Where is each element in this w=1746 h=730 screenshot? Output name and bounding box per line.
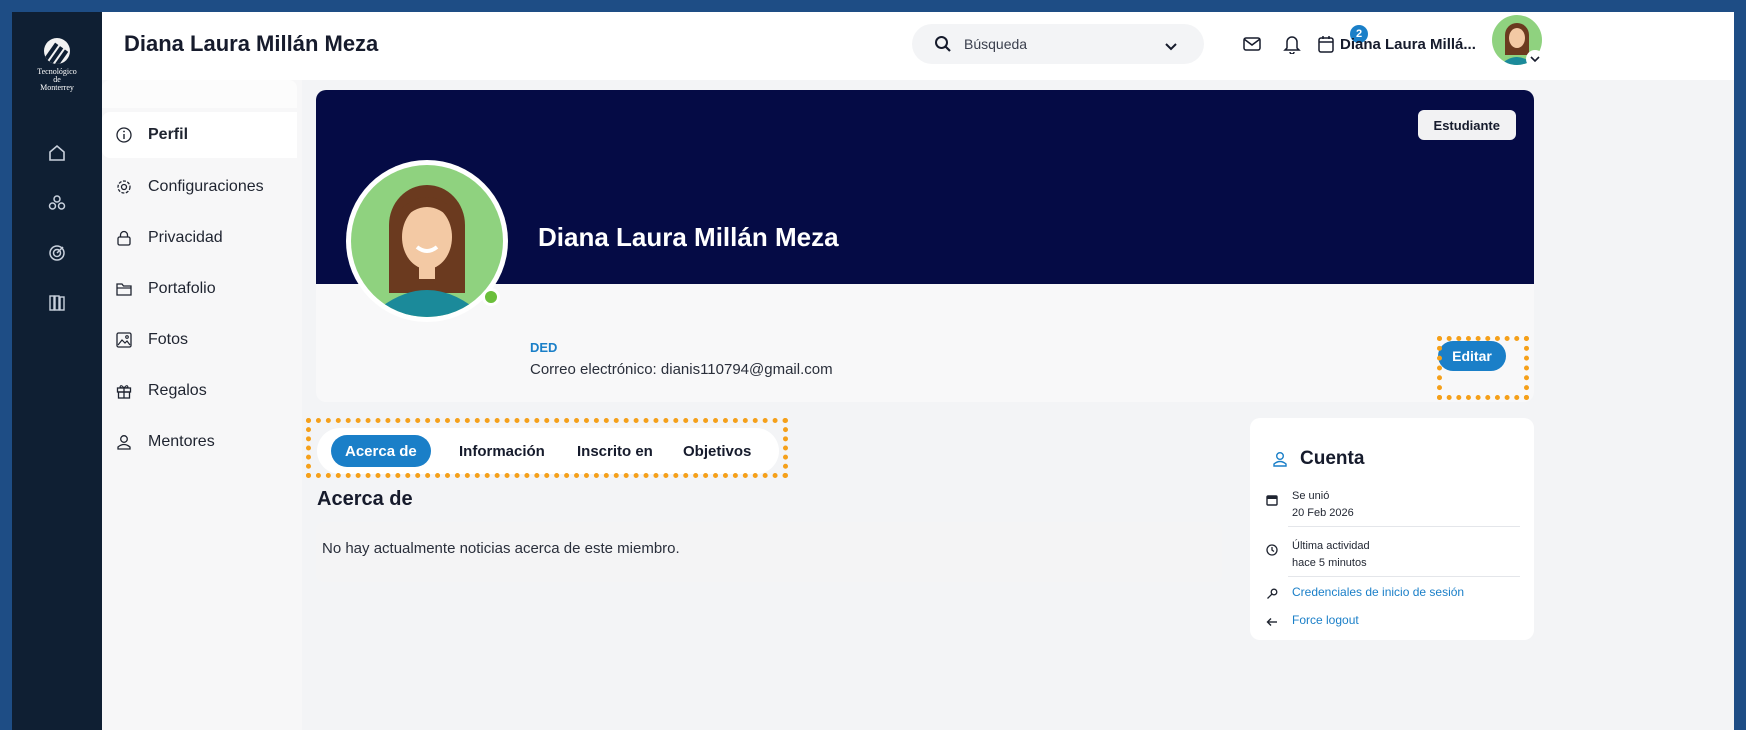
gear-icon	[114, 177, 134, 197]
account-title: Cuenta	[1270, 448, 1364, 470]
chevron-down-icon[interactable]	[1164, 39, 1178, 57]
person-icon	[1270, 449, 1290, 469]
person-icon	[114, 432, 134, 452]
calendar-icon[interactable]	[1316, 34, 1336, 54]
account-force-logout[interactable]: Force logout	[1264, 610, 1359, 630]
info-icon	[114, 125, 134, 145]
profile-subnav: Perfil Configuraciones Privacidad Portaf…	[102, 80, 302, 730]
image-icon	[114, 330, 134, 350]
subnav-item-label: Fotos	[148, 331, 189, 348]
user-menu-name[interactable]: Diana Laura Millá...	[1340, 36, 1476, 53]
calendar-icon	[1264, 492, 1280, 508]
subnav-item-label: Perfil	[148, 126, 189, 143]
search-icon	[934, 35, 952, 58]
credentials-link[interactable]: Credenciales de inicio de sesión	[1292, 582, 1464, 602]
account-joined: Se unió 20 Feb 2026	[1264, 488, 1354, 522]
subnav-item-regalos[interactable]: Regalos	[114, 376, 207, 406]
section-title: Acerca de	[317, 488, 413, 510]
subnav-item-perfil[interactable]: Perfil	[114, 120, 188, 150]
folder-icon	[114, 279, 134, 299]
library-icon[interactable]	[46, 292, 68, 314]
lock-icon	[114, 228, 134, 248]
search-input[interactable]: Búsqueda	[964, 36, 1027, 52]
online-status-dot	[482, 288, 500, 306]
chevron-down-icon[interactable]	[1526, 50, 1544, 68]
divider	[1288, 526, 1520, 527]
home-icon[interactable]	[46, 142, 68, 164]
profile-name: Diana Laura Millán Meza	[538, 222, 839, 252]
highlight-tabs	[306, 418, 788, 478]
clock-icon	[1264, 542, 1280, 558]
key-icon	[1264, 586, 1280, 602]
profile-cover: Estudiante Diana Laura Millán Meza DED C…	[316, 90, 1534, 402]
subnav-item-mentores[interactable]: Mentores	[114, 427, 215, 457]
groups-icon[interactable]	[46, 192, 68, 214]
subnav-item-portafolio[interactable]: Portafolio	[114, 274, 216, 304]
page-title: Diana Laura Millán Meza	[124, 31, 379, 56]
role-badge: Estudiante	[1417, 110, 1516, 140]
tec-logo-text: Tecnológico de Monterrey	[37, 67, 77, 92]
subnav-item-label: Privacidad	[148, 229, 223, 246]
activity-label: Última actividad	[1292, 540, 1370, 552]
subnav-item-privacidad[interactable]: Privacidad	[114, 223, 223, 253]
joined-value: 20 Feb 2026	[1292, 507, 1354, 519]
subnav-item-configuraciones[interactable]: Configuraciones	[114, 172, 264, 202]
account-credentials[interactable]: Credenciales de inicio de sesión	[1264, 582, 1464, 602]
account-card: Cuenta Se unió 20 Feb 2026 Última activi…	[1250, 418, 1534, 640]
app-window: Tecnológico de Monterrey Diana Laura Mil…	[12, 12, 1734, 730]
account-last-activity: Última actividad hace 5 minutos	[1264, 538, 1370, 572]
highlight-edit-button	[1437, 336, 1529, 400]
gift-icon	[114, 381, 134, 401]
account-title-label: Cuenta	[1300, 448, 1365, 469]
subnav-top	[102, 80, 297, 108]
mail-icon[interactable]	[1242, 34, 1262, 54]
about-text: No hay actualmente noticias acerca de es…	[322, 540, 680, 557]
search-bar[interactable]: Búsqueda	[912, 24, 1204, 64]
profile-email: Correo electrónico: dianis110794@gmail.c…	[530, 361, 833, 378]
top-header: Diana Laura Millán Meza Búsqueda 2 Diana…	[102, 12, 1734, 80]
bell-icon[interactable]	[1282, 34, 1302, 54]
tec-logo-icon	[44, 38, 70, 64]
subnav-item-label: Configuraciones	[148, 178, 264, 195]
subnav-item-fotos[interactable]: Fotos	[114, 325, 188, 355]
target-icon[interactable]	[46, 242, 68, 264]
tec-logo[interactable]: Tecnológico de Monterrey	[36, 38, 78, 98]
joined-label: Se unió	[1292, 490, 1330, 502]
arrow-left-icon	[1264, 614, 1280, 630]
profile-department: DED	[530, 340, 558, 355]
divider	[1288, 576, 1520, 577]
subnav-item-label: Mentores	[148, 433, 215, 450]
app-rail: Tecnológico de Monterrey	[12, 12, 102, 730]
activity-value: hace 5 minutos	[1292, 557, 1367, 569]
subnav-item-label: Portafolio	[148, 280, 216, 297]
force-logout-link[interactable]: Force logout	[1292, 610, 1359, 630]
subnav-item-label: Regalos	[148, 382, 207, 399]
